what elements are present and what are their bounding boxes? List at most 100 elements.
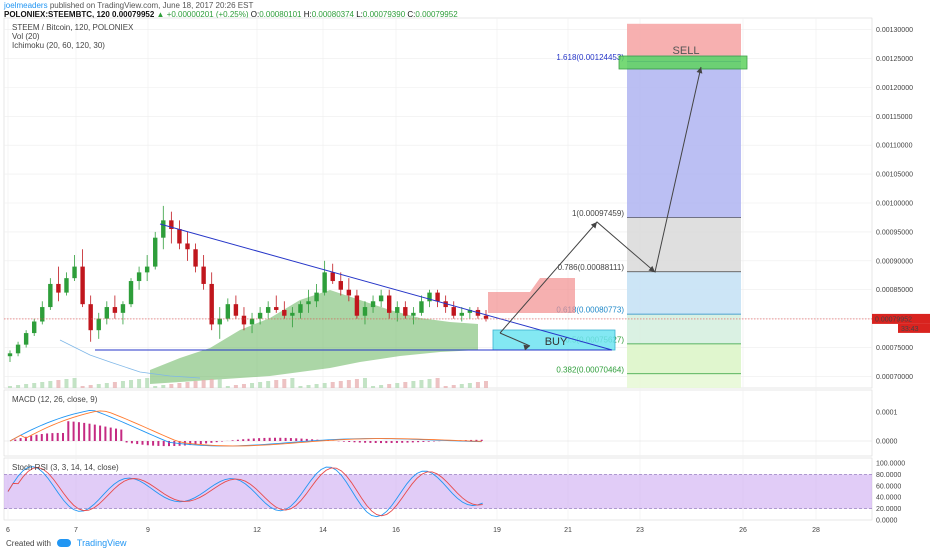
macd-histogram-bar [358,441,361,443]
volume-bar [201,380,206,388]
countdown-tag-label: 33:43 [901,326,919,333]
volume-bar [451,385,456,388]
volume-bar [306,385,311,388]
fib-zone [627,217,741,272]
macd-histogram-bar [242,439,245,441]
macd-histogram-bar [136,441,139,445]
volume-bar [387,384,392,388]
candle-body [419,301,424,313]
macd-histogram-bar [406,441,409,443]
sell-label: SELL [673,45,700,57]
volume-bar [161,385,166,388]
fib-level-label: 1.618(0.00124453) [556,53,624,62]
volume-bar [169,384,174,388]
macd-histogram-bar [247,438,250,441]
volume-bar [362,378,367,388]
volume-bar [282,379,287,388]
volume-bar [459,384,464,388]
x-tick-label: 6 [6,527,10,534]
volume-bar [467,383,472,388]
macd-histogram-bar [279,437,282,441]
candle-body [225,304,231,319]
macd-histogram-bar [30,435,33,441]
price-chart[interactable]: 0.00130000 0.00125000 0.00120000 0.00115000… [0,0,932,550]
macd-histogram-bar [374,441,377,444]
candle-body [120,304,126,313]
candle-body [104,307,110,319]
macd-histogram-bar [385,441,388,444]
stoch-y-tick-label: 80.0000 [876,472,901,479]
volume-bar [354,379,359,388]
volume-bar [475,382,480,388]
volume-bar [371,386,376,388]
macd-histogram-bar [295,438,298,441]
macd-histogram-bar [56,432,59,441]
candle-body [88,304,93,331]
candle-body [201,266,206,284]
macd-histogram-bar [46,433,49,441]
volume-bar [32,383,37,388]
y-tick-label: 0.00100000 [876,201,913,208]
fib-level-label: 0.382(0.00070464) [556,365,624,374]
candle-body [112,307,118,313]
candle-body [403,307,408,316]
macd-histogram-bar [19,438,22,441]
macd-histogram-bar [35,434,38,441]
y-tick-label: 0.00115000 [876,114,913,121]
candle-body [322,272,327,293]
candle-body [209,283,214,325]
volume-bar [427,379,432,388]
footer: Created with TradingView [6,538,126,548]
volume-bar [120,381,125,388]
created-with: Created with [6,538,51,548]
volume-bar [193,381,198,388]
tradingview-logo[interactable]: TradingView [77,538,127,548]
y-tick-label: 0.00075000 [876,345,913,352]
buy-label: BUY [545,336,568,348]
macd-histogram-bar [40,434,43,441]
volume-bar [8,386,12,388]
volume-bar [379,385,384,388]
x-tick-label: 16 [392,527,400,534]
candle-body [435,292,440,302]
candle-body [330,272,335,282]
candle-body [314,292,319,302]
fib-zone [627,343,741,374]
macd-histogram-bar [152,441,155,446]
volume-bar [64,379,69,388]
y-tick-label: 0.00070000 [876,374,913,381]
x-tick-label: 7 [74,527,78,534]
candle-body [249,318,255,325]
x-tick-label: 21 [564,527,572,534]
volume-bar [40,382,45,388]
candle-body [217,318,222,325]
volume-bar [266,381,271,388]
macd-histogram-bar [88,423,91,441]
volume-bar [330,382,335,388]
volume-bar [314,384,319,388]
volume-bar [484,381,488,388]
candle-body [128,281,134,305]
candle-body [161,220,166,238]
fib-zone [627,55,741,218]
ichimoku-indicator-label[interactable]: Ichimoku (20, 60, 120, 30) [12,41,105,51]
candle-body [338,281,343,290]
x-tick-label: 28 [812,527,820,534]
macd-histogram-bar [390,441,393,444]
candle-body [193,249,198,267]
volume-bar [185,382,190,388]
candle-body [32,321,37,334]
macd-histogram-bar [157,441,160,446]
macd-histogram-bar [205,441,208,444]
stoch-indicator-label[interactable]: Stoch RSI (3, 3, 14, 14, close) [12,463,119,473]
macd-indicator-label[interactable]: MACD (12, 26, close, 9) [12,395,97,405]
candle-body [306,301,311,305]
fib-level-label: 1(0.00097459) [572,209,624,218]
candle-body [233,304,239,316]
volume-bar [24,384,29,388]
macd-histogram-bar [62,432,64,441]
macd-histogram-bar [146,441,149,446]
stoch-y-tick-label: 40.0000 [876,495,901,502]
macd-histogram-bar [395,441,398,443]
last-price-tag-label: 0.00079952 [875,316,912,323]
